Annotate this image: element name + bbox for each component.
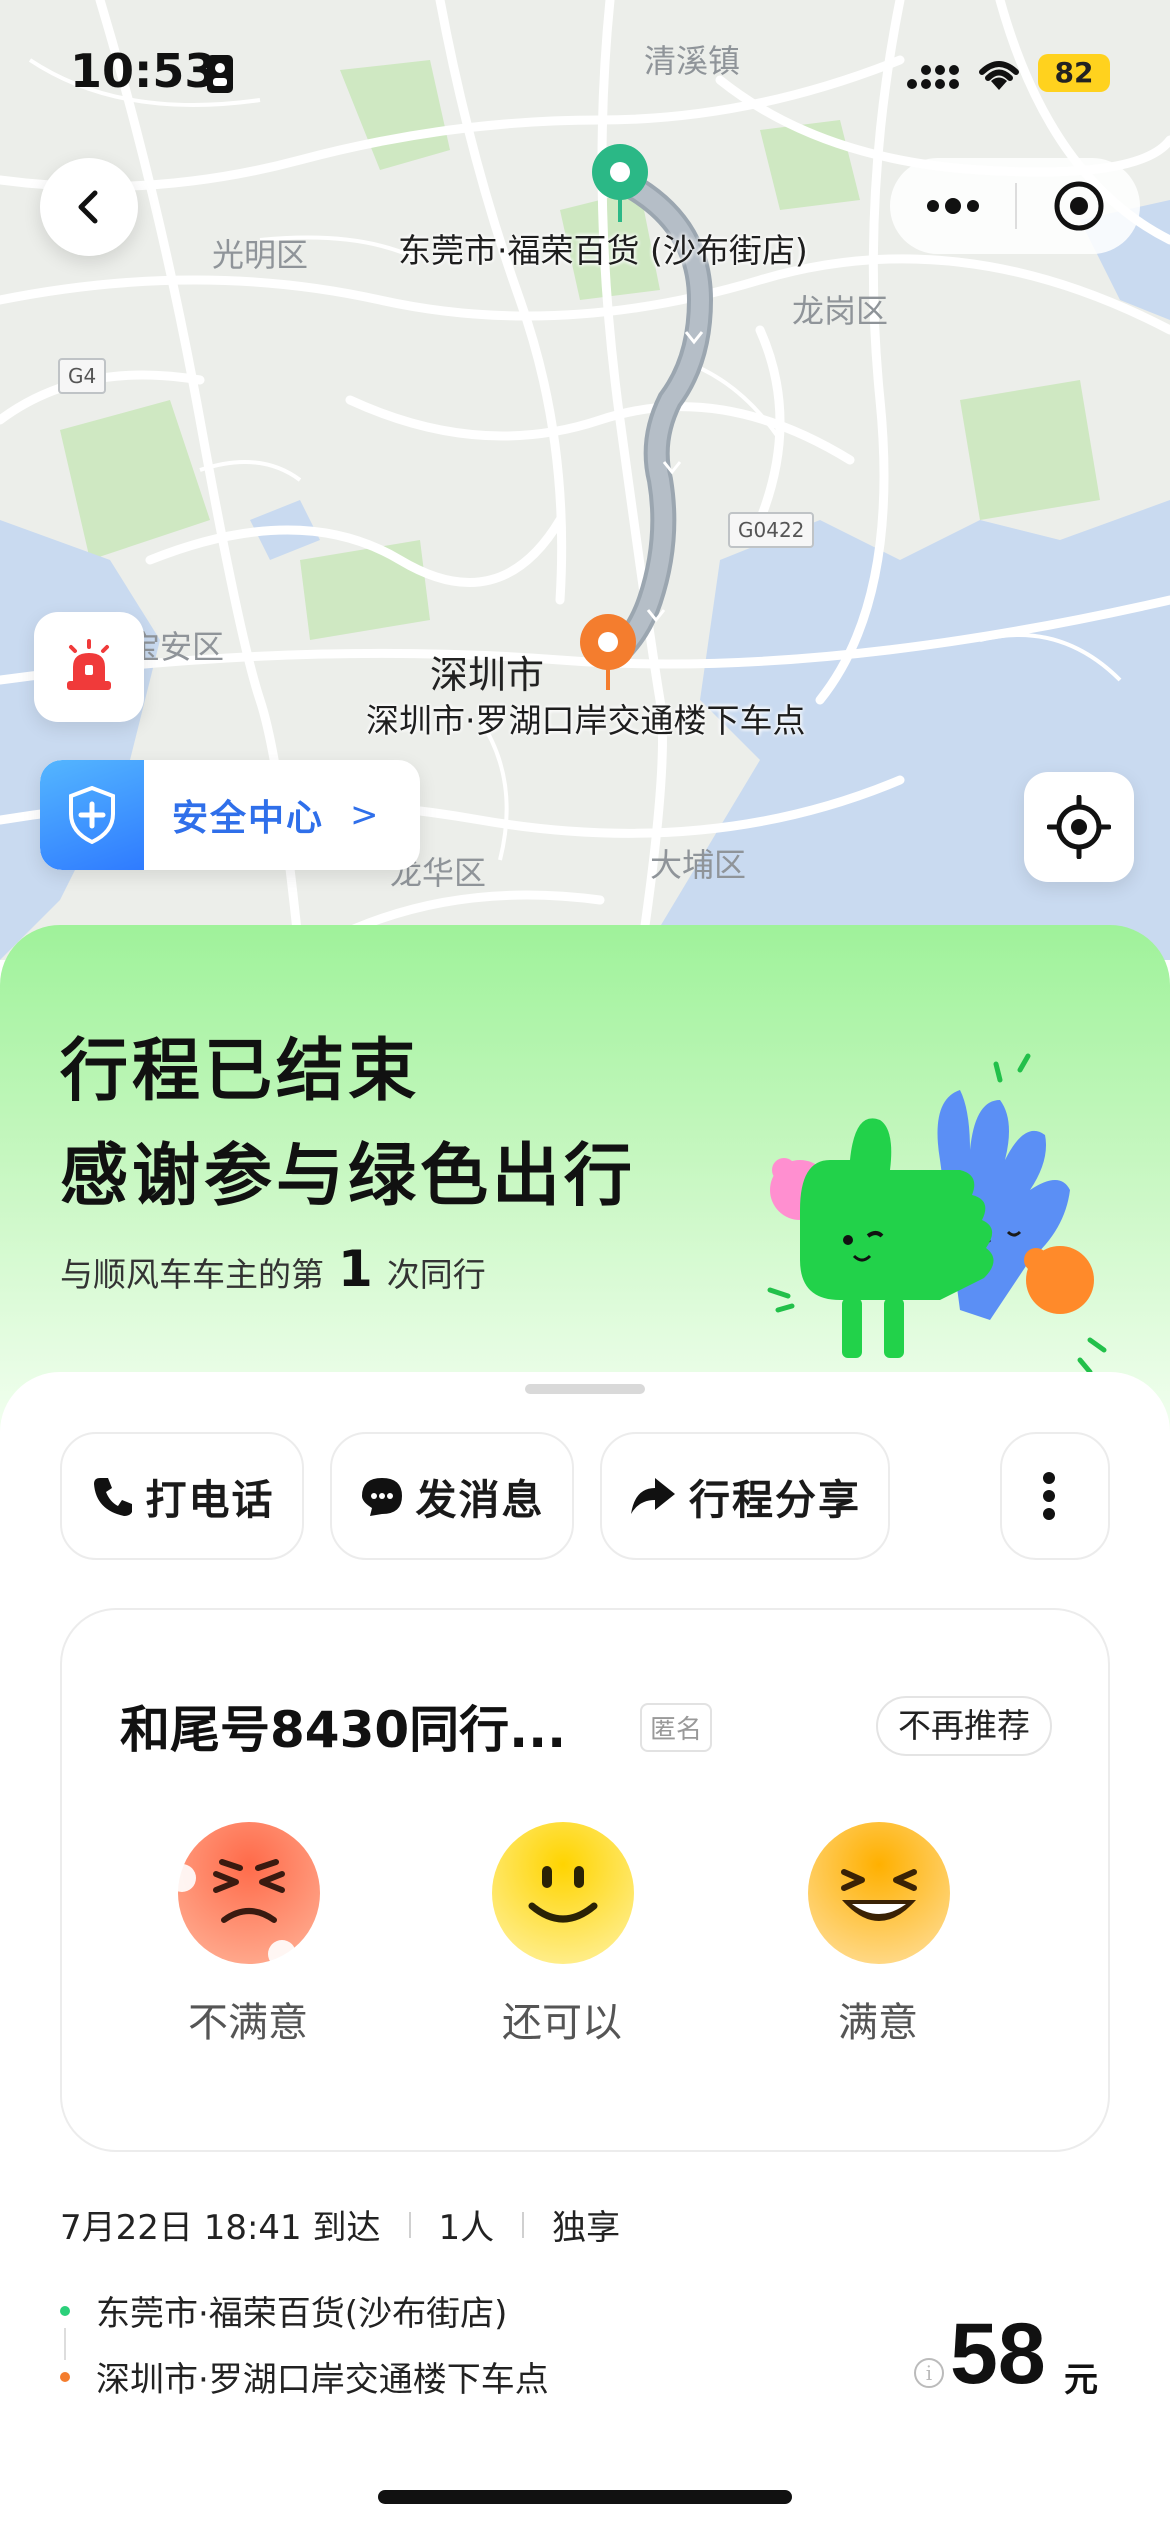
miniapp-capsule xyxy=(890,158,1140,254)
battery-indicator: 82 xyxy=(1038,54,1110,92)
trip-count: 1 xyxy=(338,1240,373,1298)
more-dots-icon xyxy=(926,198,979,214)
rating-option-satisfied[interactable] xyxy=(808,1822,950,1964)
signal-icon xyxy=(907,65,959,89)
contact-card-icon xyxy=(207,55,233,93)
rating-title: 和尾号8430同行... xyxy=(120,1701,567,1759)
origin-label: 东莞市·福荣百货 (沙布街店) xyxy=(398,231,808,270)
safety-center-label: 安全中心 xyxy=(172,798,325,839)
road-badge-g4: G4 xyxy=(58,358,107,394)
road-badge-g0422: G0422 xyxy=(728,512,815,548)
locate-icon xyxy=(1047,795,1111,859)
map-label-guangming: 光明区 xyxy=(212,236,309,274)
map-label-longgang: 龙岗区 xyxy=(792,292,889,330)
message-label: 发消息 xyxy=(415,1476,545,1524)
shield-icon-wrap xyxy=(40,760,144,870)
status-time: 10:53 xyxy=(70,44,217,98)
wifi-icon xyxy=(979,61,1019,90)
rating-label-satisfied: 满意 xyxy=(838,2000,918,2046)
map-label-dapeng: 大埔区 xyxy=(650,846,747,884)
message-button[interactable]: 发消息 xyxy=(330,1432,574,1560)
close-miniapp-button[interactable] xyxy=(1017,158,1140,254)
chevron-right-icon: > xyxy=(350,795,379,835)
back-button[interactable] xyxy=(40,158,138,256)
more-actions-button[interactable] xyxy=(1000,1432,1110,1560)
alarm-button[interactable] xyxy=(34,612,144,722)
green-travel-title: 感谢参与绿色出行 xyxy=(60,1137,637,1216)
trip-price[interactable]: 58 xyxy=(950,2305,1046,2404)
trip-meta: 7月22日 18:41 到达 1人 独享 xyxy=(60,2200,620,2249)
price-unit: 元 xyxy=(1064,2360,1098,2400)
call-label: 打电话 xyxy=(145,1476,275,1524)
smile-face-icon xyxy=(528,1866,598,1923)
more-button[interactable] xyxy=(890,158,1015,254)
destination-text: 深圳市·罗湖口岸交通楼下车点 xyxy=(96,2360,549,2400)
trip-finished-title: 行程已结束 xyxy=(60,1032,421,1111)
sheet-grabber[interactable] xyxy=(525,1384,645,1394)
city-label: 深圳市 xyxy=(430,653,545,697)
share-label: 行程分享 xyxy=(689,1476,861,1524)
origin-dot xyxy=(60,2305,70,2316)
recenter-button[interactable] xyxy=(1024,772,1134,882)
subtitle-suffix: 次同行 xyxy=(386,1255,486,1294)
no-recommend-button[interactable]: 不再推荐 xyxy=(876,1696,1052,1756)
ride-mode: 独享 xyxy=(552,2208,621,2248)
destination-dot xyxy=(60,2371,70,2382)
anonymous-badge: 匿名 xyxy=(640,1703,713,1752)
safety-center-button[interactable]: 安全中心 > xyxy=(40,760,420,870)
laughing-face-icon xyxy=(841,1869,917,1921)
trip-destination: 深圳市·罗湖口岸交通楼下车点 xyxy=(60,2352,549,2401)
chevron-left-icon xyxy=(78,190,98,224)
subtitle-prefix: 与顺风车车主的第 xyxy=(60,1255,324,1294)
alarm-icon xyxy=(67,639,111,690)
message-icon xyxy=(361,1478,402,1516)
passenger-count: 1人 xyxy=(438,2208,495,2248)
trip-origin: 东莞市·福荣百货(沙布街店) xyxy=(60,2286,507,2335)
origin-text: 东莞市·福荣百货(沙布街店) xyxy=(96,2294,508,2334)
home-indicator[interactable] xyxy=(378,2490,792,2504)
share-icon xyxy=(631,1478,675,1514)
map-label-qingxi: 清溪镇 xyxy=(644,42,741,80)
shield-icon xyxy=(69,786,115,844)
price-info-icon[interactable]: i xyxy=(914,2358,944,2388)
target-icon xyxy=(1054,181,1103,231)
rating-label-unsatisfied: 不满意 xyxy=(188,2000,308,2046)
destination-pin xyxy=(580,614,636,690)
destination-label: 深圳市·罗湖口岸交通楼下车点 xyxy=(366,701,806,740)
call-button[interactable]: 打电话 xyxy=(60,1432,304,1560)
rating-option-unsatisfied[interactable] xyxy=(168,1822,320,1968)
vertical-dots-icon xyxy=(1043,1472,1055,1520)
rating-label-okay: 还可以 xyxy=(502,2000,622,2046)
phone-icon xyxy=(93,1478,132,1516)
share-trip-button[interactable]: 行程分享 xyxy=(600,1432,890,1560)
angry-face-icon xyxy=(168,1859,296,1968)
arrival-time: 7月22日 18:41 到达 xyxy=(60,2208,381,2248)
rating-option-okay[interactable] xyxy=(492,1822,634,1964)
trip-count-subtitle: 与顺风车车主的第 1 次同行 xyxy=(60,1240,486,1298)
thumbs-up-mascot-illustration xyxy=(767,1053,1107,1375)
